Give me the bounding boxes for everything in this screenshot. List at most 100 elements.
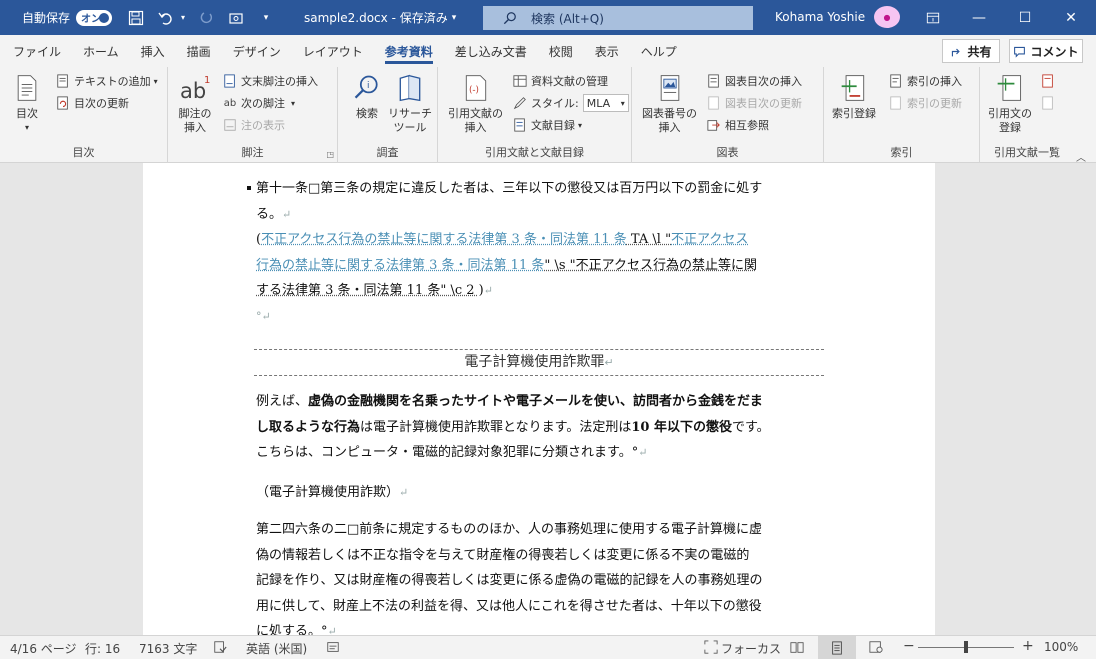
zoom-level[interactable]: 100%: [1044, 640, 1078, 654]
mark-citation-label-1: 引用文の: [988, 107, 1032, 120]
heading-text: 電子計算機使用詐欺罪: [464, 354, 605, 370]
user-name[interactable]: Kohama Yoshie: [775, 10, 865, 24]
insert-toa-button[interactable]: [1040, 71, 1059, 91]
insert-index-button[interactable]: 索引の挿入: [888, 71, 962, 91]
citation-style-select[interactable]: MLA ▾: [582, 94, 629, 112]
group-label-citations: 引用文献と文献目録: [485, 146, 584, 159]
paragraph-subtitle[interactable]: （電子計算機使用詐欺）↵: [256, 480, 824, 506]
paragraph-article-246[interactable]: 第二四六条の二□前条に規定するもののほか、人の事務処理に使用する電子計算機に虚 …: [256, 517, 824, 635]
undo-icon[interactable]: [154, 6, 178, 30]
tab-references[interactable]: 参考資料: [374, 35, 444, 67]
tab-view[interactable]: 表示: [584, 35, 630, 67]
status-bar: 4/16 ページ 行: 16 7163 文字 英語 (米国) フォーカス − +…: [0, 635, 1096, 659]
ribbon-display-options-icon[interactable]: [910, 0, 956, 35]
citation-link-2b[interactable]: 行為の禁止等に関する法律第 3 条・同法第 11 条: [256, 258, 544, 273]
tab-draw[interactable]: 描画: [176, 35, 222, 67]
section-heading[interactable]: 電子計算機使用詐欺罪↵: [254, 349, 824, 376]
example-bold-1: 虚偽の金融機関を名乗ったサイトや電子メールを使い、訪問者から金銭をだま: [308, 394, 763, 409]
show-notes-icon: [222, 117, 238, 133]
insert-caption-button[interactable]: 図表番号の 挿入: [642, 71, 697, 135]
search-input[interactable]: 検索 (Alt+Q): [483, 6, 753, 30]
bibliography-icon: [512, 117, 528, 133]
article-246-line-4: 用に供して、財産上不法の利益を得、又は他人にこれを得させた者は、十年以下の懲役: [256, 598, 762, 614]
tab-design[interactable]: デザイン: [222, 35, 292, 67]
article-246-line-5: に処する。°: [256, 624, 328, 635]
touch-mode-icon[interactable]: [224, 6, 248, 30]
redo-icon: [194, 6, 218, 30]
insert-citation-button[interactable]: (-) 引用文献の 挿入: [448, 71, 503, 135]
avatar[interactable]: ●: [874, 6, 900, 28]
mark-citation-button[interactable]: 引用文の 登録: [988, 71, 1032, 135]
citation-link-1[interactable]: 不正アクセス行為の禁止等に関する法律第 3 条・同法第 11 条: [261, 232, 627, 247]
document-page[interactable]: 第十一条□第三条の規定に違反した者は、三年以下の懲役又は百万円以下の罰金に処す …: [143, 163, 935, 635]
undo-dropdown-icon[interactable]: ▾: [178, 6, 188, 30]
cross-reference-button[interactable]: 相互参照: [706, 115, 769, 135]
add-text-button[interactable]: テキストの追加 ▾: [55, 71, 158, 91]
mark-entry-button[interactable]: 索引登録: [832, 71, 876, 121]
tab-layout[interactable]: レイアウト: [292, 35, 374, 67]
svg-text:ab: ab: [180, 79, 206, 103]
tab-insert[interactable]: 挿入: [130, 35, 176, 67]
tab-help[interactable]: ヘルプ: [630, 35, 688, 67]
line-number[interactable]: 行: 16: [85, 640, 120, 657]
manage-sources-button[interactable]: 資料文献の管理: [512, 71, 608, 91]
update-toc-button[interactable]: 目次の更新: [55, 93, 129, 113]
insert-endnote-button[interactable]: 文末脚注の挿入: [222, 71, 318, 91]
insert-tof-button[interactable]: 図表目次の挿入: [706, 71, 802, 91]
paragraph-example[interactable]: 例えば、虚偽の金融機関を名乗ったサイトや電子メールを使い、訪問者から金銭をだま …: [256, 389, 824, 466]
toc-button[interactable]: 目次 ▾: [10, 71, 44, 135]
customize-quick-access-icon[interactable]: ▾: [254, 6, 278, 30]
tab-home[interactable]: ホーム: [72, 35, 130, 67]
close-button[interactable]: ✕: [1048, 0, 1094, 35]
page-count[interactable]: 4/16 ページ: [10, 640, 77, 657]
search-button[interactable]: i 検索: [350, 71, 384, 121]
zoom-slider-thumb[interactable]: [964, 641, 968, 653]
comments-button[interactable]: コメント: [1009, 39, 1083, 63]
group-label-research: 調査: [376, 146, 399, 159]
zoom-out-button[interactable]: −: [903, 638, 915, 654]
update-tof-label: 図表目次の更新: [725, 97, 802, 110]
chevron-down-icon: ▾: [620, 98, 625, 108]
search-label: 検索: [356, 107, 378, 120]
style-label: スタイル:: [531, 97, 579, 110]
toa-field-code-1[interactable]: TA \l ": [627, 232, 671, 247]
autosave-toggle[interactable]: オン: [76, 9, 113, 26]
language-status[interactable]: 英語 (米国): [246, 640, 307, 657]
accessibility-icon[interactable]: [326, 640, 340, 657]
maximize-button[interactable]: ☐: [1002, 0, 1048, 35]
group-citations: (-) 引用文献の 挿入 資料文献の管理 スタイル: MLA ▾ 文献目録 ▾ …: [438, 67, 632, 163]
tab-mailings[interactable]: 差し込み文書: [444, 35, 538, 67]
subtitle-text: （電子計算機使用詐欺）: [256, 485, 400, 500]
zoom-in-button[interactable]: +: [1022, 638, 1034, 654]
proofing-icon[interactable]: [213, 640, 227, 657]
focus-mode-label[interactable]: フォーカス: [721, 640, 781, 657]
share-label: 共有: [967, 44, 992, 59]
share-button[interactable]: 共有: [942, 39, 1000, 63]
ribbon: 目次 ▾ テキストの追加 ▾ 目次の更新 目次 ab 1 脚注の 挿入 文末脚注の…: [0, 67, 1096, 164]
document-title[interactable]: sample2.docx - 保存済み: [304, 9, 448, 26]
tab-review[interactable]: 校閲: [538, 35, 584, 67]
word-count[interactable]: 7163 文字: [139, 640, 197, 657]
researcher-label-2: ツール: [393, 121, 427, 134]
chevron-down-icon[interactable]: ▾: [452, 13, 457, 23]
toa-field-code-2a[interactable]: " \s "不正アクセス行為の禁止等に関: [544, 258, 757, 273]
citation-link-2a[interactable]: 不正アクセス: [671, 232, 748, 247]
web-layout-icon[interactable]: [869, 640, 883, 657]
toa-field-code-2b[interactable]: する法律第 3 条・同法第 11 条" \c 2: [256, 283, 479, 298]
bibliography-button[interactable]: 文献目録 ▾: [512, 115, 582, 135]
insert-footnote-button[interactable]: ab 1 脚注の 挿入: [178, 71, 212, 135]
researcher-button[interactable]: リサーチ ツール: [388, 71, 432, 135]
example-penalty: 10 年以下の懲役: [631, 419, 732, 435]
focus-icon[interactable]: [704, 640, 718, 657]
read-mode-icon[interactable]: [790, 640, 804, 657]
next-footnote-button[interactable]: ab 次の脚注 ▾: [222, 93, 295, 113]
print-layout-icon[interactable]: [818, 636, 856, 659]
mark-citation-icon: [993, 71, 1027, 105]
minimize-button[interactable]: —: [956, 0, 1002, 35]
add-text-icon: [55, 73, 71, 89]
paragraph-article-11[interactable]: 第十一条□第三条の規定に違反した者は、三年以下の懲役又は百万円以下の罰金に処す …: [256, 176, 824, 329]
update-tof-icon: [706, 95, 722, 111]
save-icon[interactable]: [124, 6, 148, 30]
tab-file[interactable]: ファイル: [2, 35, 72, 67]
collapse-ribbon-icon[interactable]: ︿: [1076, 149, 1086, 164]
